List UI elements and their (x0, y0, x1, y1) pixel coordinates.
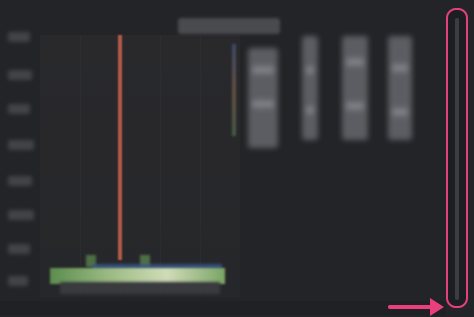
arrow-right-icon (388, 305, 434, 309)
y-axis-label (8, 176, 32, 186)
y-axis-label (8, 140, 34, 150)
y-axis-label (8, 70, 32, 80)
app-window (0, 0, 474, 317)
data-column (388, 36, 412, 140)
x-axis-labels (60, 282, 220, 294)
gridline (80, 35, 81, 297)
y-axis-label (8, 104, 30, 114)
red-series-line (118, 35, 122, 260)
gridline (160, 35, 161, 297)
vertical-scrollbar[interactable] (446, 8, 468, 308)
y-axis-labels (8, 24, 38, 294)
y-axis-label (8, 32, 30, 42)
horizontal-scrollbar[interactable] (0, 301, 446, 315)
y-axis-label (8, 210, 34, 220)
data-column (302, 36, 318, 140)
y-axis-label (8, 244, 30, 254)
data-column (248, 48, 278, 148)
scrollbar-thumb[interactable] (455, 18, 459, 300)
y-axis-label (8, 276, 28, 286)
gridline (200, 35, 201, 297)
legend-color-strip (232, 44, 236, 136)
data-column (342, 36, 368, 140)
arrow-head-icon (430, 298, 444, 316)
panel-title (178, 18, 280, 34)
